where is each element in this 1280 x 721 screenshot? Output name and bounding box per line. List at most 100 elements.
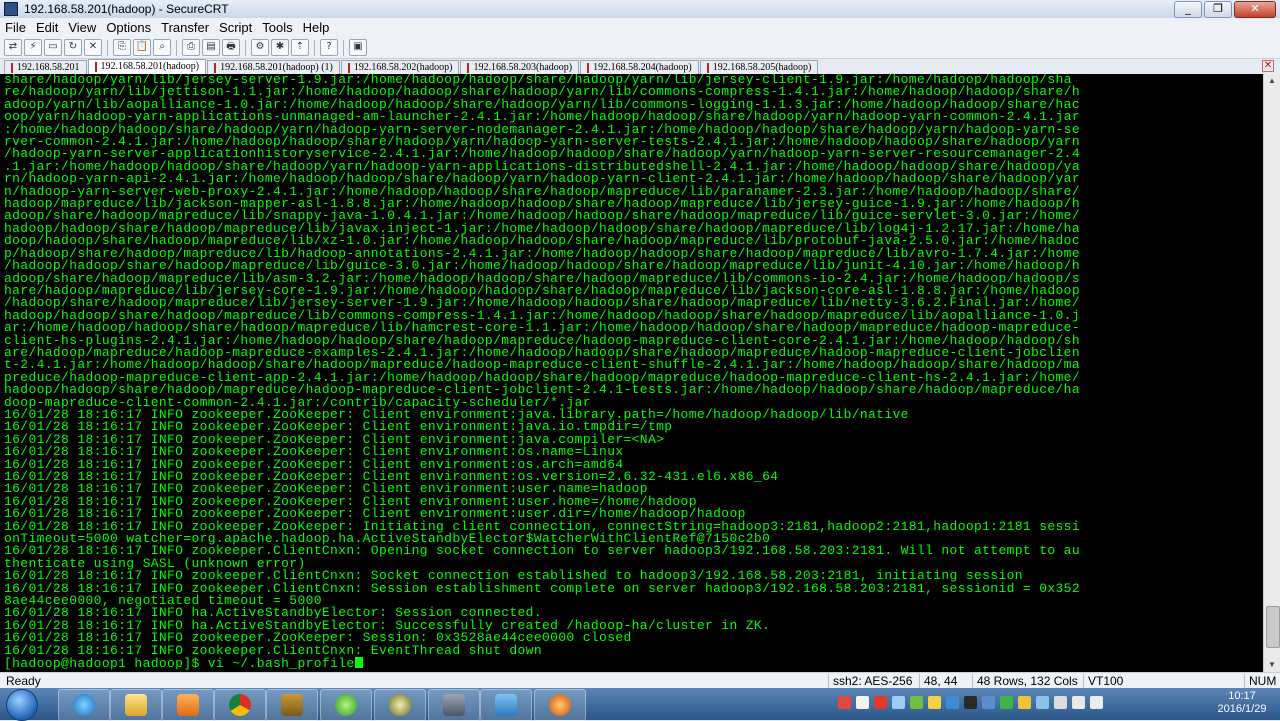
update-icon[interactable] [910,696,923,709]
tab-label: 192.168.58.202(hadoop) [353,62,453,73]
restore-button[interactable]: ❐ [1204,1,1232,18]
menu-edit[interactable]: Edit [31,20,63,35]
close-button[interactable]: ✕ [1234,1,1276,18]
tab-session[interactable]: 192.168.58.201(hadoop) (1) [207,60,340,74]
connect-icon[interactable]: ⇄ [4,39,22,56]
shield-icon[interactable] [1000,696,1013,709]
securecrt-taskbar-icon[interactable] [428,689,480,721]
browser-e-icon[interactable] [320,689,372,721]
session-status-indicator [347,62,350,73]
session-status-indicator [467,62,470,73]
scroll-up-icon[interactable]: ▲ [1265,74,1279,88]
tab-label: 192.168.58.201 [17,62,80,73]
keymap-icon[interactable]: ▣ [349,39,367,56]
file-explorer-icon[interactable] [110,689,162,721]
antivirus-icon[interactable] [874,696,887,709]
status-num-lock: NUM [1244,674,1276,688]
chrome-icon[interactable] [214,689,266,721]
network-icon[interactable] [1072,696,1085,709]
tab-label: 192.168.58.204(hadoop) [593,62,692,73]
tab-label: 192.168.58.203(hadoop) [473,62,573,73]
menu-tools[interactable]: Tools [257,20,297,35]
shell-prompt: [hadoop@hadoop1 hadoop]$ vi ~/.bash_prof… [4,656,355,672]
global-options-icon[interactable]: ✱ [271,39,289,56]
flag-icon[interactable] [1054,696,1067,709]
menu-help[interactable]: Help [298,20,335,35]
system-clock[interactable]: 10:17 2016/1/29 [1212,690,1272,716]
media-player-icon[interactable] [162,689,214,721]
tab-session[interactable]: 192.168.58.202(hadoop) [340,60,460,74]
window-controls: _ ❐ ✕ [1174,1,1276,18]
cloud-icon[interactable] [1018,696,1031,709]
menu-file[interactable]: File [0,20,31,35]
status-cipher: ssh2: AES-256 [828,674,912,688]
virtualbox-icon[interactable] [480,689,532,721]
volume-icon[interactable] [1090,696,1103,709]
toolbar-divider [245,39,246,56]
qq-icon[interactable] [964,696,977,709]
tab-session-active[interactable]: 192.168.58.201(hadoop) [87,59,207,74]
session-status-indicator [587,62,590,73]
toolbar-divider [314,39,315,56]
archive-tool-icon[interactable] [266,689,318,721]
sftp-icon[interactable]: ⇡ [291,39,309,56]
scrollbar-thumb[interactable] [1266,606,1280,648]
status-bar: Ready ssh2: AES-256 48, 44 48 Rows, 132 … [0,672,1280,689]
network-tool-icon[interactable] [892,696,905,709]
menu-script[interactable]: Script [214,20,257,35]
status-ready: Ready [6,674,41,688]
clock-time: 10:17 [1228,690,1256,702]
start-button-icon[interactable] [6,689,38,721]
find-icon[interactable]: ⌕ [153,39,171,56]
tab-session[interactable]: 192.168.58.204(hadoop) [580,60,699,74]
status-terminal-size: 48 Rows, 132 Cols [972,674,1078,688]
connect-in-tab-icon[interactable]: ▭ [44,39,62,56]
close-tab-icon[interactable]: ✕ [1262,60,1274,72]
copy-icon[interactable]: ⎘ [113,39,131,56]
terminal-cursor [354,657,363,669]
keyboard-icon[interactable] [856,696,869,709]
menu-options[interactable]: Options [101,20,156,35]
session-status-indicator [94,61,97,72]
reconnect-icon[interactable]: ↻ [64,39,82,56]
internet-explorer-icon[interactable] [58,689,110,721]
session-status-indicator [706,62,709,73]
menu-view[interactable]: View [63,20,101,35]
clock-date: 2016/1/29 [1217,703,1267,715]
vertical-scrollbar[interactable]: ▲ ▼ [1263,74,1280,672]
tab-label: 192.168.58.201(hadoop) (1) [220,62,333,73]
disconnect-icon[interactable]: ✕ [84,39,102,56]
tab-session[interactable]: 192.168.58.203(hadoop) [460,60,580,74]
windows-taskbar: 10:17 2016/1/29 [0,688,1280,721]
terminal-output[interactable]: share/hadoop/yarn/lib/jersey-server-1.9.… [0,74,1264,672]
session-options-icon[interactable]: ⚙ [251,39,269,56]
display-icon[interactable] [1036,696,1049,709]
tab-session[interactable]: 192.168.58.201 [4,60,87,74]
toolbar-divider [107,39,108,56]
menu-bar: File Edit View Options Transfer Script T… [0,18,1280,37]
print-setup-icon[interactable]: ⎙ [182,39,200,56]
session-tab-bar: 192.168.58.201 192.168.58.201(hadoop) 19… [0,59,1280,74]
print-icon[interactable]: 🖶 [222,39,240,56]
window-title: 192.168.58.201(hadoop) - SecureCRT [24,2,229,16]
system-tray [838,696,1103,709]
scroll-down-icon[interactable]: ▼ [1265,658,1279,672]
minimize-button[interactable]: _ [1174,1,1202,18]
toolbar-divider [343,39,344,56]
print-selection-icon[interactable]: ▤ [202,39,220,56]
toolbar: ⇄ ⚡ ▭ ↻ ✕ ⎘ 📋 ⌕ ⎙ ▤ 🖶 ⚙ ✱ ⇡ ? ▣ [0,37,1280,59]
editor-icon[interactable] [374,689,426,721]
paste-icon[interactable]: 📋 [133,39,151,56]
menu-transfer[interactable]: Transfer [156,20,214,35]
bluetooth-icon[interactable] [982,696,995,709]
terminal-text: share/hadoop/yarn/lib/jersey-server-1.9.… [0,74,1264,671]
help-icon[interactable]: ? [320,39,338,56]
tab-label: 192.168.58.205(hadoop) [712,62,812,73]
securecrt-app-icon[interactable] [4,2,18,16]
input-method-icon[interactable] [838,696,851,709]
tab-session[interactable]: 192.168.58.205(hadoop) [699,60,819,74]
quick-connect-icon[interactable]: ⚡ [24,39,42,56]
windows-icon[interactable] [946,696,959,709]
tray-app-icon[interactable] [534,689,586,721]
security-icon[interactable] [928,696,941,709]
